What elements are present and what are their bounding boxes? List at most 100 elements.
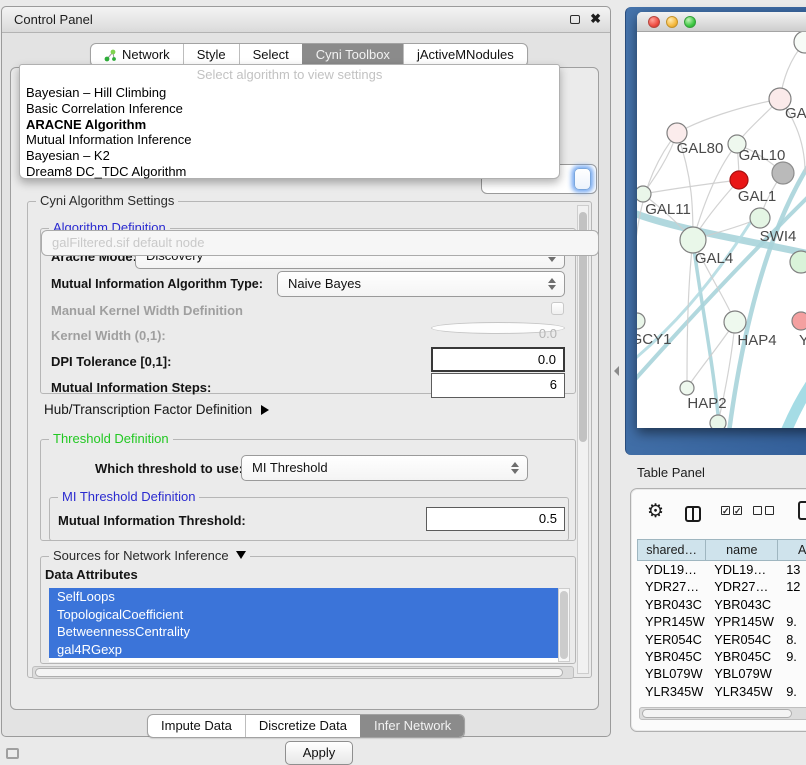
clear-selection-icon[interactable] (753, 506, 774, 515)
tab-impute-data[interactable]: Impute Data (148, 715, 245, 737)
node-label: HAP4 (737, 332, 776, 349)
table-cell: YDR27… (706, 578, 778, 595)
float-window-icon[interactable] (570, 15, 580, 24)
tab-cyni-toolbox[interactable]: Cyni Toolbox (302, 44, 403, 66)
which-threshold-combo[interactable]: MI Threshold (241, 455, 528, 481)
tab-style[interactable]: Style (183, 44, 239, 66)
attribute-item[interactable]: SelfLoops (49, 588, 558, 606)
settings-horizontal-scrollbar[interactable] (32, 666, 574, 679)
network-node-hap2[interactable] (680, 381, 694, 395)
network-node-gal11[interactable] (637, 186, 651, 202)
table-row[interactable]: YDR27…YDR27…12 (637, 578, 806, 595)
attribute-item[interactable]: gal4RGexp (49, 641, 558, 659)
tab-select[interactable]: Select (239, 44, 302, 66)
combo-stepper[interactable] (574, 168, 591, 190)
zoom-window-icon[interactable] (684, 16, 696, 28)
algorithm-option[interactable]: Bayesian – K2 (20, 148, 559, 164)
table-row[interactable]: YBR045CYBR045C9. (637, 648, 806, 665)
table-row[interactable]: YLR345WYLR345W9. (637, 683, 806, 696)
tab-discretize-data[interactable]: Discretize Data (245, 715, 360, 737)
algorithm-option[interactable]: Dream8 DC_TDC Algorithm (20, 164, 559, 180)
table-row[interactable]: YBL079WYBL079W (637, 665, 806, 682)
apply-button[interactable]: Apply (285, 741, 353, 765)
table-row[interactable]: YBR043CYBR043C (637, 596, 806, 613)
node-label: GAL4 (695, 250, 733, 267)
table-header-row: shared…nameA (637, 539, 806, 561)
network-graph: GALGAL80GAL10GAL1GAL11GAL4SWI4GCY1HAP4YH… (637, 32, 806, 428)
table-row[interactable]: YER054CYER054C8. (637, 631, 806, 648)
dpi-tolerance-field[interactable]: 0.0 (431, 347, 565, 372)
network-node[interactable] (794, 32, 806, 53)
attribute-item[interactable]: TopologicalCoefficient (49, 606, 558, 624)
dropdown-placeholder: Select algorithm to view settings (20, 65, 559, 85)
kernel-width-field[interactable]: 0.0 (431, 322, 565, 334)
algorithm-option[interactable]: Basic Correlation Inference (20, 101, 559, 117)
tab-jactivemnodules[interactable]: jActiveMNodules (403, 44, 527, 66)
attributes-scrollbar[interactable] (558, 588, 570, 662)
network-node-swi4[interactable] (790, 251, 806, 273)
node-label: Y (799, 332, 806, 349)
column-header[interactable]: A (778, 539, 806, 561)
algorithm-option[interactable]: ARACNE Algorithm (20, 117, 559, 133)
control-panel-title: Control Panel (14, 12, 93, 27)
network-node[interactable] (710, 415, 726, 428)
minimize-window-icon[interactable] (666, 16, 678, 28)
node-label: GAL80 (677, 140, 724, 157)
table-icon[interactable] (798, 501, 806, 520)
mi-steps-label: Mutual Information Steps: (51, 380, 211, 395)
attribute-item[interactable]: BetweennessCentrality (49, 623, 558, 641)
node-table[interactable]: shared…nameA YDL19…YDL19…13YDR27…YDR27…1… (637, 539, 806, 696)
network-node-gcy1[interactable] (637, 313, 645, 329)
table-row[interactable]: YDL19…YDL19…13 (637, 561, 806, 578)
table-row[interactable]: YPR145WYPR145W9. (637, 613, 806, 630)
table-horizontal-scrollbar[interactable] (639, 707, 806, 720)
algorithm-option[interactable]: Bayesian – Hill Climbing (20, 85, 559, 101)
network-node[interactable] (730, 171, 748, 189)
hub-section-toggle[interactable]: Hub/Transcription Factor Definition (44, 402, 269, 417)
split-columns-icon[interactable] (685, 506, 701, 522)
network-window[interactable]: GALGAL80GAL10GAL1GAL11GAL4SWI4GCY1HAP4YH… (637, 12, 806, 428)
network-window-titlebar[interactable] (637, 12, 806, 32)
node-label: HAP2 (687, 395, 726, 412)
network-node-gal1[interactable] (750, 208, 770, 228)
table-cell: 9. (778, 613, 806, 630)
manual-kernel-checkbox[interactable] (551, 302, 564, 315)
network-node-hap4[interactable] (724, 311, 746, 333)
network-edge (677, 99, 780, 133)
mi-threshold-field[interactable]: 0.5 (426, 507, 565, 531)
mi-type-combo[interactable]: Naive Bayes (277, 271, 565, 297)
tab-infer-network[interactable]: Infer Network (360, 715, 464, 737)
data-attributes-list[interactable]: SelfLoopsTopologicalCoefficientBetweenne… (49, 588, 558, 662)
sources-group-title[interactable]: Sources for Network Inference (49, 548, 250, 563)
scrollbar-thumb[interactable] (642, 709, 792, 718)
column-header[interactable]: name (706, 539, 778, 561)
network-node[interactable] (772, 162, 794, 184)
node-label: GAL1 (738, 188, 776, 205)
close-window-icon[interactable] (648, 16, 660, 28)
network-context-combo[interactable]: galFiltered.sif default node (41, 230, 599, 256)
close-panel-icon[interactable]: ✖ (590, 11, 601, 27)
column-header[interactable]: shared… (637, 539, 706, 561)
scrollbar-thumb[interactable] (560, 591, 568, 659)
tab-label: Discretize Data (259, 715, 347, 737)
tab-label: Select (253, 44, 289, 66)
network-node-y[interactable] (792, 312, 806, 330)
mi-steps-field[interactable]: 6 (431, 373, 565, 398)
table-panel-window: ⚙ ✓✓ shared…nameA YDL19…YDL19…13YDR27…YD… (630, 488, 806, 732)
select-all-icon[interactable]: ✓✓ (721, 506, 742, 515)
table-cell: YPR145W (637, 613, 706, 630)
network-canvas[interactable]: GALGAL80GAL10GAL1GAL11GAL4SWI4GCY1HAP4YH… (637, 32, 806, 428)
manual-kernel-label: Manual Kernel Width Definition (51, 303, 243, 318)
which-threshold-value: MI Threshold (252, 460, 328, 475)
tab-network[interactable]: Network (91, 44, 183, 66)
control-panel-titlebar[interactable]: Control Panel ✖ (2, 7, 610, 33)
table-panel-title: Table Panel (637, 465, 705, 480)
minimized-panel-icon[interactable] (6, 748, 19, 759)
scrollbar-thumb[interactable] (35, 668, 563, 677)
algorithm-option[interactable]: Mutual Information Inference (20, 132, 559, 148)
table-cell: 9. (778, 648, 806, 665)
gear-icon[interactable]: ⚙ (647, 500, 664, 523)
panel-divider-collapse-icon[interactable] (614, 366, 619, 376)
settings-vertical-scrollbar[interactable] (577, 205, 589, 674)
table-cell: YBR045C (706, 648, 778, 665)
